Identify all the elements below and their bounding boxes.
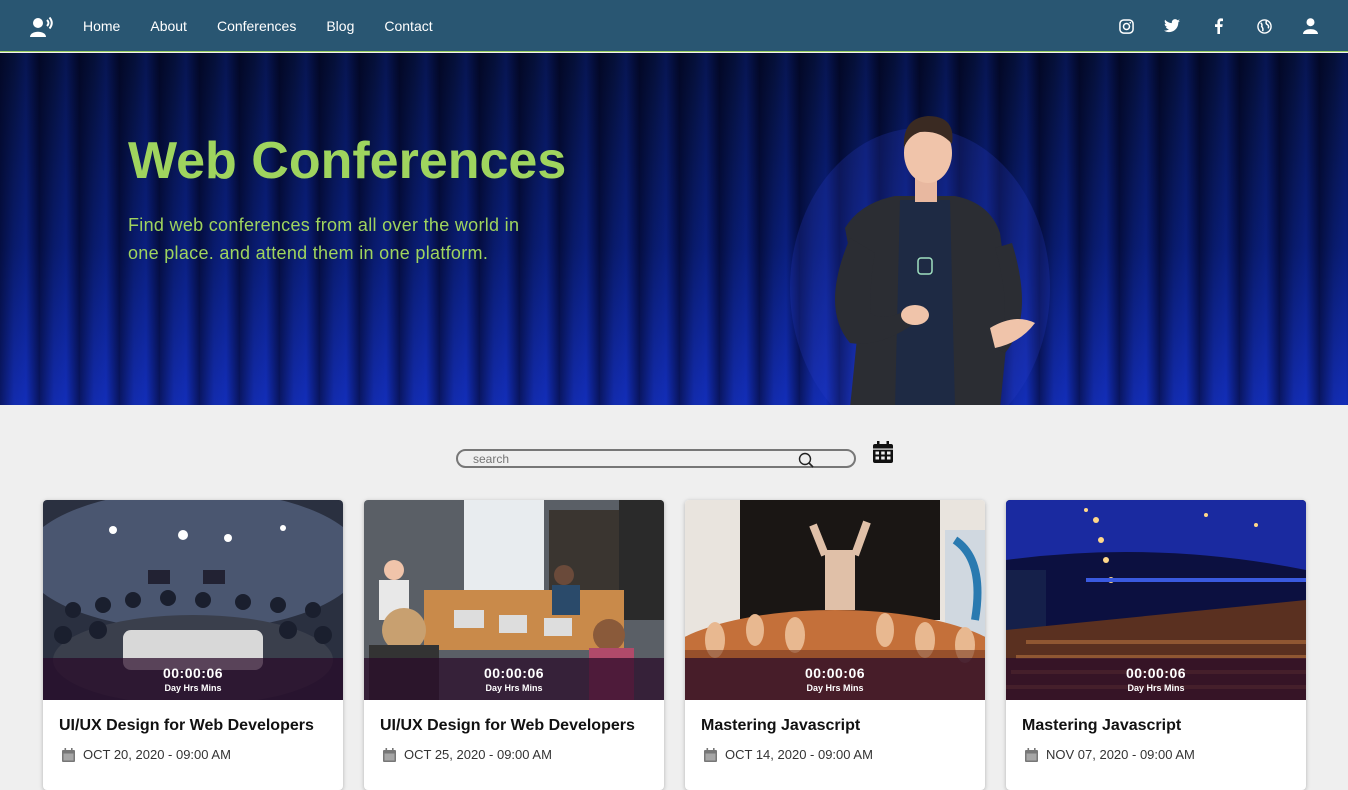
timer-units: Day Hrs Mins <box>164 683 222 693</box>
nav-social-icons <box>1088 0 1318 52</box>
card-date: OCT 25, 2020 - 09:00 AM <box>383 747 552 762</box>
timer-value: 00:00:06 <box>804 665 866 681</box>
card-date-text: NOV 07, 2020 - 09:00 AM <box>1046 747 1195 762</box>
facebook-icon[interactable] <box>1210 18 1226 34</box>
card-title: UI/UX Design for Web Developers <box>59 717 314 734</box>
calendar-icon <box>62 747 75 762</box>
hero-subtitle: Find web conferences from all over the w… <box>128 215 520 263</box>
card-date: OCT 20, 2020 - 09:00 AM <box>62 747 231 762</box>
calendar-icon[interactable] <box>873 441 893 463</box>
timer-units: Day Hrs Mins <box>1127 683 1185 693</box>
search-input[interactable] <box>473 451 793 466</box>
timer-units: Day Hrs Mins <box>806 683 864 693</box>
conference-card[interactable]: 00:00:06 Day Hrs Mins Mastering Javascri… <box>1006 500 1306 790</box>
timer-units: Day Hrs Mins <box>485 683 543 693</box>
instagram-icon[interactable] <box>1118 18 1134 34</box>
conference-card[interactable]: 00:00:06 Day Hrs Mins UI/UX Design for W… <box>364 500 664 790</box>
twitter-icon[interactable] <box>1164 18 1180 34</box>
search-icon[interactable] <box>798 452 814 468</box>
hero-banner: Web Conferences Find web conferences fro… <box>0 53 1348 405</box>
timer-value: 00:00:06 <box>1125 665 1187 681</box>
calendar-icon <box>1025 747 1038 762</box>
conference-card[interactable]: 00:00:06 Day Hrs Mins Mastering Javascri… <box>685 500 985 790</box>
hero-title: Web Conferences <box>128 132 567 190</box>
speaker-photo <box>790 116 1050 405</box>
card-date: NOV 07, 2020 - 09:00 AM <box>1025 747 1195 762</box>
top-navbar: Home About Conferences Blog Contact <box>0 0 1348 52</box>
countdown-timer: 00:00:06 Day Hrs Mins <box>685 658 985 700</box>
card-date-text: OCT 14, 2020 - 09:00 AM <box>725 747 873 762</box>
calendar-icon <box>704 747 717 762</box>
calendar-icon <box>383 747 396 762</box>
speaker-icon[interactable] <box>30 16 54 38</box>
nav-link-contact[interactable]: Contact <box>384 18 432 34</box>
nav-link-conferences[interactable]: Conferences <box>217 18 296 34</box>
card-date-text: OCT 20, 2020 - 09:00 AM <box>83 747 231 762</box>
card-title: UI/UX Design for Web Developers <box>380 717 635 734</box>
conference-cards: 00:00:06 Day Hrs Mins UI/UX Design for W… <box>43 500 1307 790</box>
card-date: OCT 14, 2020 - 09:00 AM <box>704 747 873 762</box>
globe-icon[interactable] <box>1256 18 1272 34</box>
countdown-timer: 00:00:06 Day Hrs Mins <box>364 658 664 700</box>
timer-value: 00:00:06 <box>162 665 224 681</box>
countdown-timer: 00:00:06 Day Hrs Mins <box>43 658 343 700</box>
card-title: Mastering Javascript <box>1022 717 1182 734</box>
card-date-text: OCT 25, 2020 - 09:00 AM <box>404 747 552 762</box>
countdown-timer: 00:00:06 Day Hrs Mins <box>1006 658 1306 700</box>
timer-value: 00:00:06 <box>483 665 545 681</box>
card-title: Mastering Javascript <box>701 717 861 734</box>
nav-link-home[interactable]: Home <box>83 18 120 34</box>
nav-links: Home About Conferences Blog Contact <box>83 0 463 52</box>
nav-link-blog[interactable]: Blog <box>326 18 354 34</box>
conference-card[interactable]: 00:00:06 Day Hrs Mins UI/UX Design for W… <box>43 500 343 790</box>
search-bar <box>456 449 856 468</box>
user-icon[interactable] <box>1302 18 1318 34</box>
nav-link-about[interactable]: About <box>150 18 187 34</box>
